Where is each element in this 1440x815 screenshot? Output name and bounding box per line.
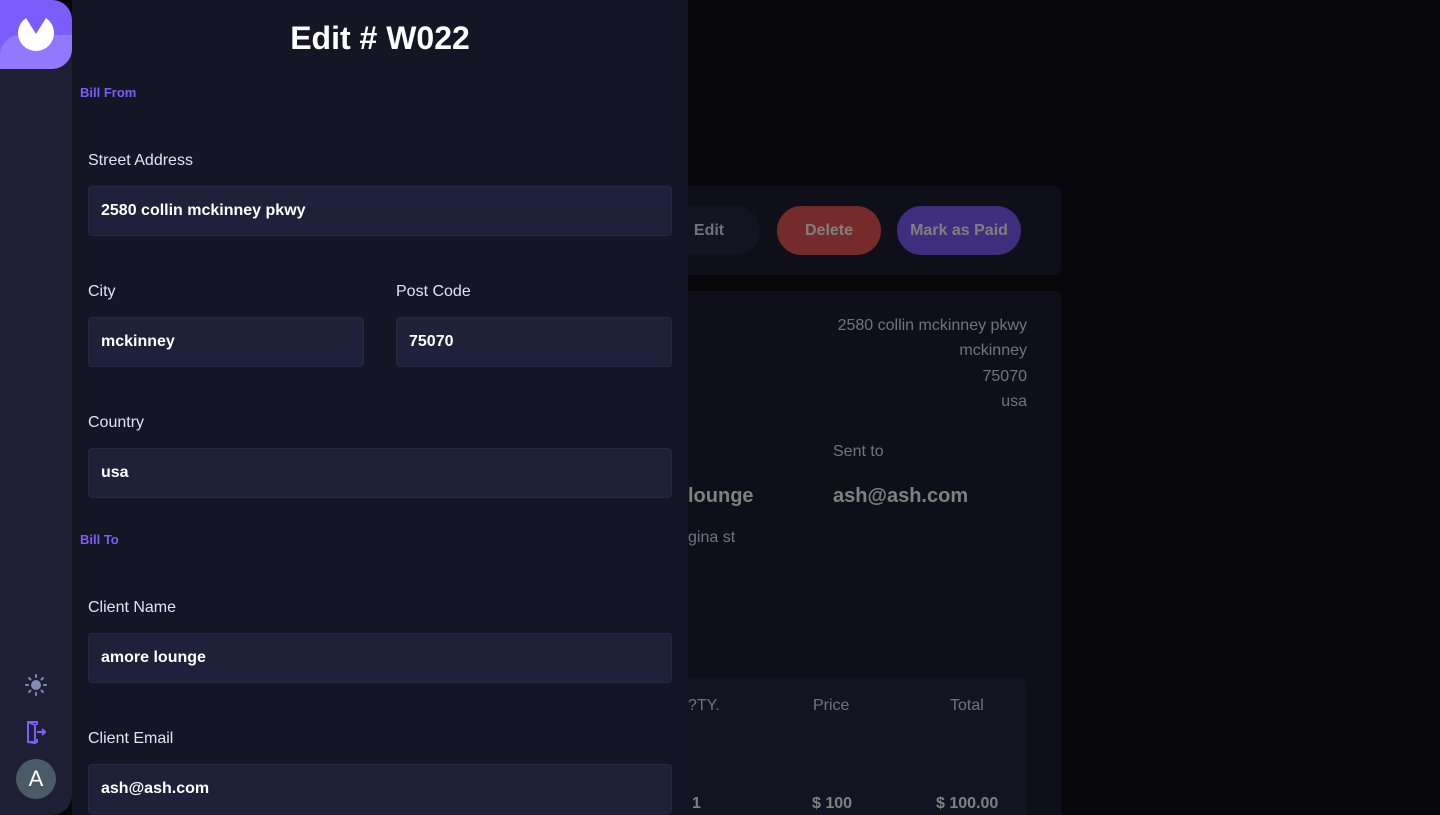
logo-icon[interactable] xyxy=(0,0,72,69)
edit-invoice-drawer: Edit # W022 Bill From Street Address Cit… xyxy=(72,0,688,815)
client-email-input[interactable] xyxy=(88,764,672,814)
client-name-label: Client Name xyxy=(88,599,177,616)
post-code-input[interactable] xyxy=(396,317,672,367)
sun-icon[interactable] xyxy=(24,673,48,697)
client-name-input[interactable] xyxy=(88,633,672,683)
city-label: City xyxy=(88,283,116,300)
client-email-label: Client Email xyxy=(88,730,174,747)
sidebar: A xyxy=(0,0,72,815)
street-address-label: Street Address xyxy=(88,152,193,169)
country-label: Country xyxy=(88,414,145,431)
country-input[interactable] xyxy=(88,448,672,498)
avatar[interactable]: A xyxy=(16,759,56,799)
street-address-input[interactable] xyxy=(88,186,672,236)
drawer-title: Edit # W022 xyxy=(290,20,470,56)
logout-icon[interactable] xyxy=(24,720,48,744)
post-code-label: Post Code xyxy=(396,283,471,300)
bill-from-section-label: Bill From xyxy=(80,85,137,100)
bill-to-section-label: Bill To xyxy=(80,532,119,547)
city-input[interactable] xyxy=(88,317,364,367)
